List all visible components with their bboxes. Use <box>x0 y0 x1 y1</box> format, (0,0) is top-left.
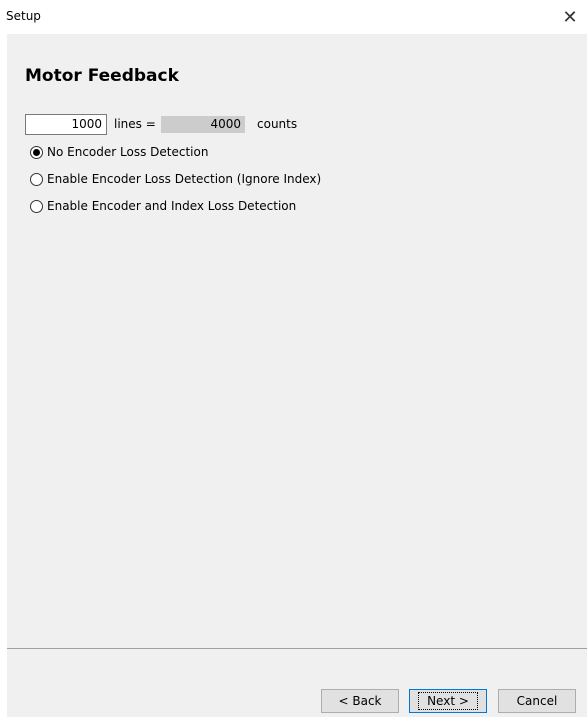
radio-label: Enable Encoder Loss Detection (Ignore In… <box>47 172 322 186</box>
radio-unselected-icon[interactable] <box>30 199 43 213</box>
setup-dialog: Setup ✕ Motor Feedback 1000 lines = 4000… <box>0 0 587 717</box>
title-bar: Setup ✕ <box>0 0 587 34</box>
radio-encoder-and-index-loss[interactable]: Enable Encoder and Index Loss Detection <box>30 197 296 215</box>
counts-label: counts <box>257 117 298 131</box>
next-button[interactable]: Next > <box>409 689 487 713</box>
close-icon[interactable]: ✕ <box>553 0 587 34</box>
window-title: Setup <box>6 9 41 23</box>
cancel-button[interactable]: Cancel <box>498 689 576 713</box>
content-panel: Motor Feedback 1000 lines = 4000 counts … <box>7 34 587 648</box>
next-button-label: Next > <box>418 692 478 710</box>
lines-input[interactable]: 1000 <box>25 114 107 135</box>
counts-field: 4000 <box>161 116 245 133</box>
lines-label: lines = <box>114 117 156 131</box>
radio-label: No Encoder Loss Detection <box>47 145 209 159</box>
radio-label: Enable Encoder and Index Loss Detection <box>47 199 297 213</box>
radio-encoder-loss-ignore-index[interactable]: Enable Encoder Loss Detection (Ignore In… <box>30 170 321 188</box>
button-bar: < Back Next > Cancel <box>7 649 587 717</box>
radio-no-encoder-loss[interactable]: No Encoder Loss Detection <box>30 143 208 161</box>
page-title: Motor Feedback <box>25 66 179 86</box>
back-button[interactable]: < Back <box>321 689 399 713</box>
radio-selected-icon[interactable] <box>30 145 43 159</box>
radio-unselected-icon[interactable] <box>30 172 43 186</box>
